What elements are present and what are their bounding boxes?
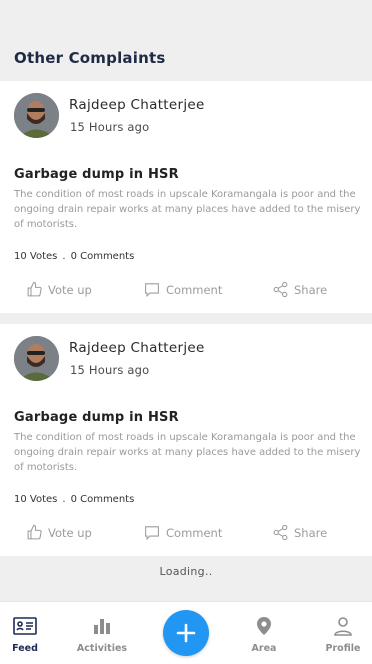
comment-label: Comment [166,525,223,540]
nav-profile[interactable]: Profile [313,616,372,654]
complaint-title[interactable]: Garbage dump in HSR [14,167,179,182]
location-pin-icon [257,617,271,635]
post-time: 15 Hours ago [70,120,150,134]
nav-feed-label: Feed [12,643,38,654]
author-name[interactable]: Rajdeep Chatterjee [69,340,205,356]
share-label: Share [294,282,328,297]
nav-profile-label: Profile [325,643,361,654]
comment-icon [145,526,159,541]
avatar[interactable] [14,336,59,381]
separator-dot: . [62,494,66,505]
nav-area-label: Area [251,643,277,654]
vote-up-button[interactable]: Vote up [26,281,92,298]
complaint-description: The condition of most roads in upscale K… [14,432,361,473]
complaint-card[interactable]: Rajdeep Chatterjee 15 Hours ago Garbage … [0,324,372,556]
comment-button[interactable]: Comment [143,524,222,541]
thumbs-up-icon [27,524,42,540]
post-time: 15 Hours ago [70,363,150,377]
section-title: Other Complaints [14,49,166,67]
share-button[interactable]: Share [272,281,327,298]
loading-indicator: Loading.. [159,565,213,578]
nav-feed[interactable]: Feed [0,616,55,654]
complaint-description: The condition of most roads in upscale K… [14,189,361,230]
complaint-stats: 10 Votes. 0 Comments [14,251,134,262]
profile-icon [334,617,352,636]
nav-area[interactable]: Area [234,616,294,654]
nav-activities[interactable]: Activities [72,616,132,654]
comment-count[interactable]: 0 Comments [71,251,135,262]
separator-dot: . [62,251,66,262]
nav-activities-label: Activities [76,643,128,654]
vote-up-label: Vote up [48,282,92,297]
comment-label: Comment [166,282,223,297]
thumbs-up-icon [27,281,42,297]
share-label: Share [294,525,328,540]
complaint-card[interactable]: Rajdeep Chatterjee 15 Hours ago Garbage … [0,81,372,313]
comment-icon [145,283,159,298]
avatar[interactable] [14,93,59,138]
action-bar: Vote up Comment Share [0,281,372,305]
share-icon [273,524,288,541]
add-complaint-button[interactable] [163,610,209,656]
plus-icon [176,623,196,643]
comment-button[interactable]: Comment [143,281,222,298]
author-name[interactable]: Rajdeep Chatterjee [69,97,205,113]
vote-up-button[interactable]: Vote up [26,524,92,541]
comment-count[interactable]: 0 Comments [71,494,135,505]
action-bar: Vote up Comment Share [0,524,372,548]
complaint-title[interactable]: Garbage dump in HSR [14,410,179,425]
activities-icon [94,619,110,634]
share-icon [273,281,288,298]
feed-icon [13,617,37,635]
share-button[interactable]: Share [272,524,327,541]
vote-count: 10 Votes [14,494,58,505]
complaint-stats: 10 Votes. 0 Comments [14,494,134,505]
vote-up-label: Vote up [48,525,92,540]
vote-count: 10 Votes [14,251,58,262]
